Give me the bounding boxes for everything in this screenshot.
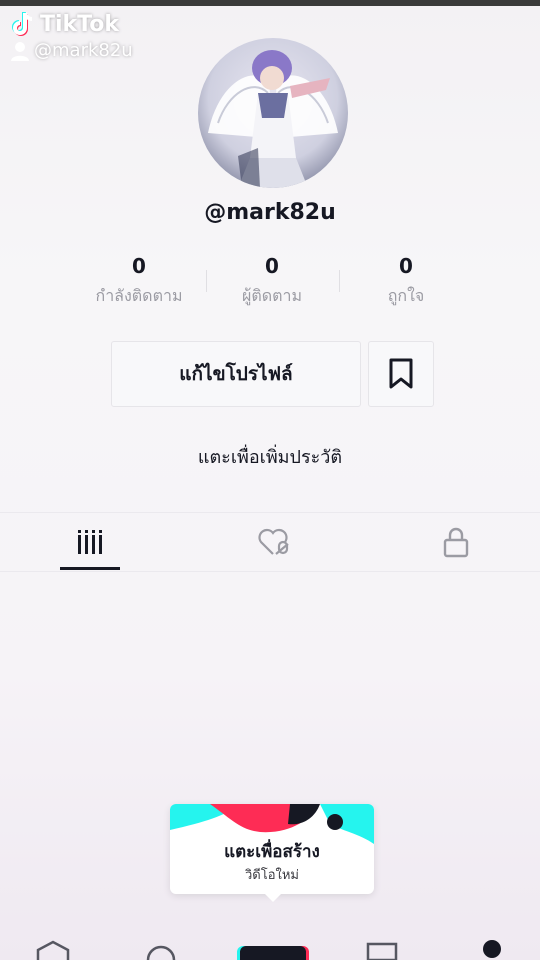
liked-heart-icon <box>258 528 289 555</box>
stat-likes[interactable]: 0 ถูกใจ <box>341 254 471 309</box>
stat-following[interactable]: 0 กำลังติดตาม <box>74 254 204 309</box>
profile-icon[interactable] <box>483 940 501 958</box>
stat-likes-label: ถูกใจ <box>387 286 425 305</box>
avatar[interactable] <box>198 38 348 188</box>
stat-followers-value: 0 <box>265 254 279 278</box>
stat-likes-value: 0 <box>399 254 413 278</box>
create-popup-pointer <box>264 893 282 902</box>
create-video-popup[interactable]: แตะเพื่อสร้าง วิดีโอใหม่ <box>170 804 374 894</box>
watermark-brand: TikTok <box>40 11 120 37</box>
watermark-username: @mark82u <box>34 40 133 61</box>
create-popup-subtitle: วิดีโอใหม่ <box>244 868 300 883</box>
stat-following-label: กำลังติดตาม <box>95 286 183 305</box>
create-popup-title: แตะเพื่อสร้าง <box>224 842 320 862</box>
tab-videos[interactable] <box>0 513 180 571</box>
profile-tabs <box>0 512 540 572</box>
active-tab-indicator <box>60 567 120 570</box>
bio-prompt[interactable]: แตะเพื่อเพิ่มประวัติ <box>0 442 540 471</box>
stat-followers[interactable]: 0 ผู้ติดตาม <box>207 254 337 309</box>
user-icon <box>11 41 29 61</box>
lock-icon <box>443 527 469 558</box>
home-icon[interactable] <box>36 940 70 960</box>
tab-private[interactable] <box>366 513 540 571</box>
stat-following-value: 0 <box>132 254 146 278</box>
bookmark-button[interactable] <box>368 341 434 407</box>
edit-profile-button[interactable]: แก้ไขโปรไฟล์ <box>111 341 361 407</box>
inbox-icon[interactable] <box>366 942 398 960</box>
profile-handle: @mark82u <box>204 200 336 225</box>
tab-liked[interactable] <box>184 513 364 571</box>
discover-icon[interactable] <box>146 940 176 960</box>
avatar-illustration <box>208 50 338 188</box>
tiktok-logo-icon <box>12 12 33 36</box>
stat-divider <box>339 270 340 292</box>
stat-followers-label: ผู้ติดตาม <box>241 286 303 305</box>
bookmark-icon <box>389 358 413 389</box>
bottom-nav <box>0 934 540 960</box>
videos-grid-icon <box>78 530 102 554</box>
create-icon[interactable] <box>240 946 306 960</box>
tiktok-watermark: TikTok @mark82u <box>10 10 133 61</box>
status-strip <box>0 0 540 6</box>
